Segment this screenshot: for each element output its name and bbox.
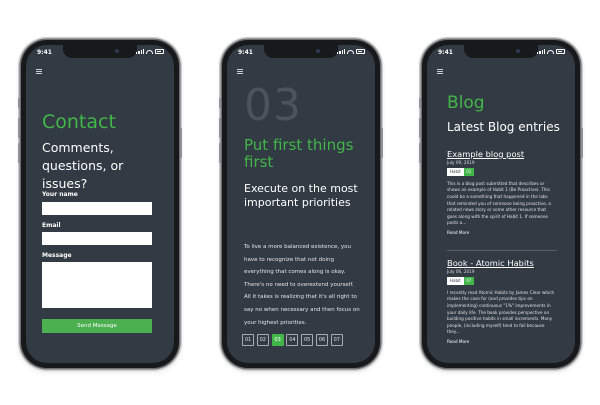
message-label: Message	[42, 252, 72, 259]
phone-contact: 9:41 Contact Comments, questions, or iss…	[18, 40, 182, 368]
signal-icon	[537, 49, 545, 54]
read-more-link[interactable]: Read More	[447, 339, 557, 344]
page-button-02[interactable]: 02	[256, 334, 269, 346]
mute-switch	[18, 98, 20, 108]
page-button-03[interactable]: 03	[271, 334, 284, 346]
status-icons	[337, 49, 365, 54]
screen: 9:41 Blog Latest Blog entries Example bl…	[427, 45, 575, 363]
wifi-icon	[146, 49, 153, 54]
post-date: July 09, 2019	[447, 160, 475, 165]
notch	[264, 45, 338, 58]
post-date: July 06, 2019	[447, 269, 475, 274]
status-time: 9:41	[438, 49, 453, 56]
battery-icon	[556, 49, 565, 54]
notch	[464, 45, 538, 58]
power-button	[381, 128, 383, 158]
screen: 9:41 Contact Comments, questions, or iss…	[26, 45, 174, 363]
habit-subtitle: Execute on the most important priorities	[244, 182, 358, 209]
battery-icon	[155, 49, 164, 54]
post-title-link[interactable]: Example blog post	[447, 149, 557, 159]
name-field[interactable]	[42, 202, 152, 215]
post-excerpt: This is a blog post submitted that descr…	[447, 180, 551, 226]
post-divider	[447, 250, 557, 251]
blog-post: Book - Atomic Habits July 06, 2019 Habit…	[447, 258, 557, 344]
email-field[interactable]	[42, 232, 152, 245]
habit-title: Put first things first	[244, 136, 354, 171]
post-title-link[interactable]: Book - Atomic Habits	[447, 258, 557, 268]
hamburger-menu-icon[interactable]	[36, 69, 42, 74]
status-icons	[136, 49, 164, 54]
name-label: Your name	[42, 191, 78, 198]
power-button	[180, 128, 182, 158]
signal-icon	[337, 49, 345, 54]
hamburger-menu-icon[interactable]	[437, 69, 443, 74]
wifi-icon	[547, 49, 554, 54]
tag-label: Habit	[447, 277, 464, 285]
volume-up-button	[419, 118, 421, 138]
status-icons	[537, 49, 565, 54]
volume-up-button	[219, 118, 221, 138]
habit-pagination: 01 02 03 04 05 06 07	[242, 334, 343, 346]
send-message-button[interactable]: Send Message	[42, 319, 152, 333]
blog-post: Example blog post July 09, 2019 Habit 01…	[447, 149, 557, 235]
volume-down-button	[219, 143, 221, 163]
page-button-07[interactable]: 07	[330, 334, 343, 346]
volume-down-button	[18, 143, 20, 163]
battery-icon	[356, 49, 365, 54]
page-button-06[interactable]: 06	[315, 334, 328, 346]
page-title: Blog	[447, 93, 485, 113]
tag-number: 07	[463, 277, 474, 285]
mute-switch	[419, 98, 421, 108]
mute-switch	[219, 98, 221, 108]
page-button-01[interactable]: 01	[242, 334, 254, 346]
hamburger-menu-icon[interactable]	[237, 69, 243, 74]
status-time: 9:41	[238, 49, 253, 56]
post-tag[interactable]: Habit 01	[447, 168, 557, 176]
phone-habit: 9:41 03 Put first things first Execute o…	[219, 40, 383, 368]
volume-down-button	[419, 143, 421, 163]
page-subtitle: Comments, questions, or issues?	[42, 140, 124, 191]
phone-blog: 9:41 Blog Latest Blog entries Example bl…	[419, 40, 583, 368]
tag-label: Habit	[447, 168, 464, 176]
habit-number: 03	[244, 80, 302, 131]
message-field[interactable]	[42, 262, 152, 308]
wifi-icon	[347, 49, 354, 54]
screen: 9:41 03 Put first things first Execute o…	[227, 45, 375, 363]
status-time: 9:41	[37, 49, 52, 56]
power-button	[581, 128, 583, 158]
habit-body: To live a more balanced existence, you h…	[244, 244, 360, 326]
volume-up-button	[18, 118, 20, 138]
email-label: Email	[42, 222, 61, 229]
post-excerpt: I recently read Atomic Habits by James C…	[447, 289, 555, 335]
tag-number: 01	[463, 168, 474, 176]
page-title: Contact	[42, 111, 116, 133]
page-button-05[interactable]: 05	[301, 334, 314, 346]
notch	[63, 45, 137, 58]
page-subtitle: Latest Blog entries	[447, 120, 560, 134]
signal-icon	[136, 49, 144, 54]
post-tag[interactable]: Habit 07	[447, 277, 557, 285]
page-button-04[interactable]: 04	[286, 334, 299, 346]
read-more-link[interactable]: Read More	[447, 230, 557, 235]
